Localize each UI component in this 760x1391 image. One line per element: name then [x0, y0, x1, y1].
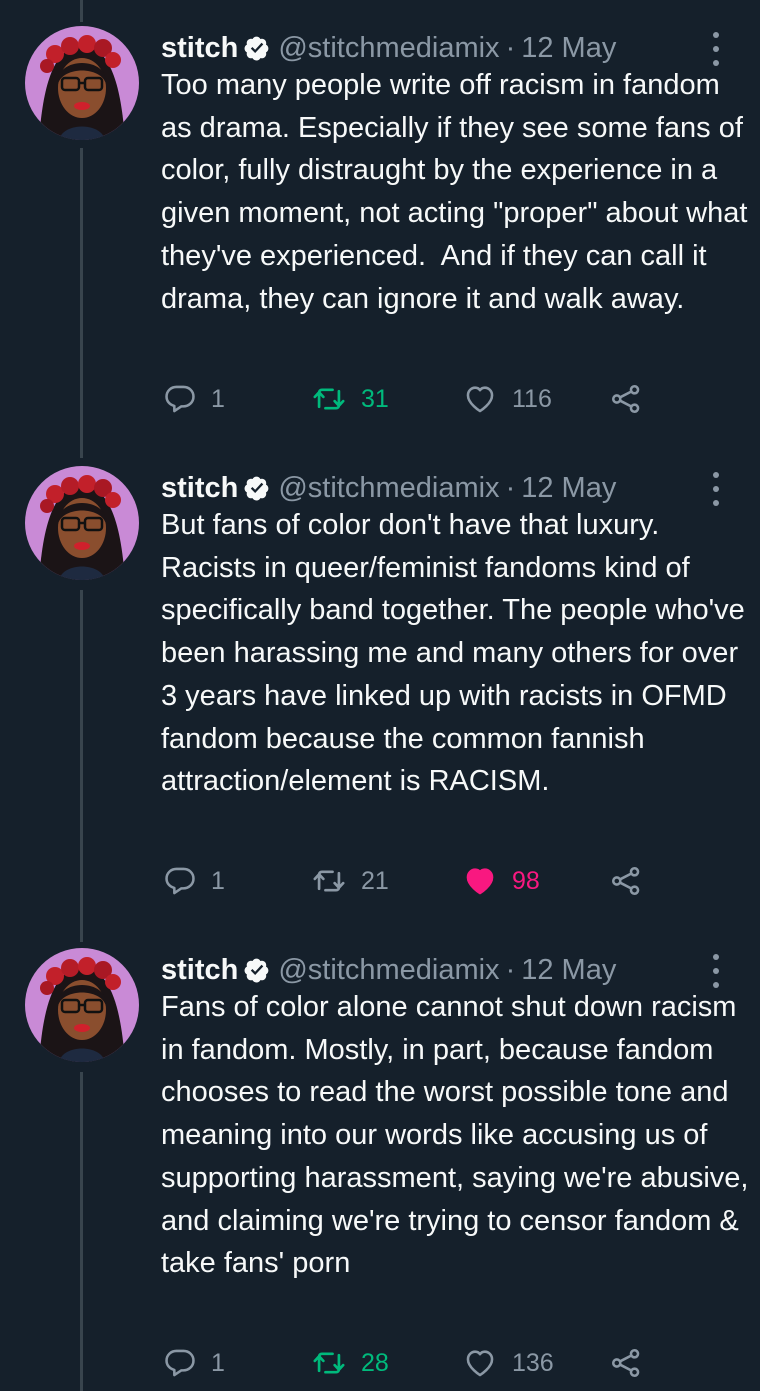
separator: · — [505, 471, 516, 504]
tweet-actions: 1 31 116 — [0, 379, 760, 419]
display-name[interactable]: stitch — [161, 954, 238, 987]
like-count: 98 — [512, 866, 540, 895]
verified-badge-icon — [244, 957, 270, 983]
user-handle[interactable]: @stitchmediamix — [278, 32, 499, 65]
verified-badge-icon — [244, 35, 270, 61]
like-count: 136 — [512, 1348, 554, 1377]
share-button[interactable] — [609, 1343, 643, 1383]
user-handle[interactable]: @stitchmediamix — [278, 954, 499, 987]
avatar[interactable] — [25, 26, 139, 140]
retweet-button[interactable]: 28 — [311, 1343, 389, 1383]
like-count: 116 — [512, 384, 552, 413]
thread-line-top — [80, 0, 83, 22]
share-button[interactable] — [609, 379, 643, 419]
retweet-icon — [311, 864, 347, 898]
share-button[interactable] — [609, 861, 643, 901]
user-handle[interactable]: @stitchmediamix — [278, 472, 499, 505]
tweet-text: But fans of color don't have that luxury… — [161, 509, 753, 798]
reply-icon — [163, 864, 197, 898]
share-icon — [609, 1346, 643, 1380]
more-options-icon[interactable] — [704, 32, 728, 66]
avatar[interactable] — [25, 948, 139, 1062]
reply-button[interactable]: 1 — [163, 861, 225, 901]
retweet-button[interactable]: 21 — [311, 861, 389, 901]
like-icon — [462, 864, 498, 898]
display-name[interactable]: stitch — [161, 32, 238, 65]
tweet-actions: 1 21 98 — [0, 861, 760, 901]
share-icon — [609, 864, 643, 898]
tweet-header: stitch @stitchmediamix · 12 May — [161, 470, 730, 506]
like-button[interactable]: 136 — [462, 1343, 554, 1383]
tweet-header: stitch @stitchmediamix · 12 May — [161, 30, 730, 66]
like-button[interactable]: 116 — [462, 379, 552, 419]
reply-count: 1 — [211, 866, 225, 895]
more-options-icon[interactable] — [704, 954, 728, 988]
reply-count: 1 — [211, 1348, 225, 1377]
avatar[interactable] — [25, 466, 139, 580]
tweet[interactable]: stitch @stitchmediamix · 12 May But fans… — [0, 466, 760, 906]
tweet[interactable]: stitch @stitchmediamix · 12 May Too many… — [0, 26, 760, 426]
separator: · — [505, 31, 516, 64]
tweet[interactable]: stitch @stitchmediamix · 12 May Fans of … — [0, 948, 760, 1388]
tweet-date[interactable]: 12 May — [521, 472, 616, 505]
like-icon — [462, 1346, 498, 1380]
retweet-icon — [311, 1346, 347, 1380]
retweet-count: 31 — [361, 384, 389, 413]
tweet-text: Fans of color alone cannot shut down rac… — [161, 991, 757, 1280]
share-icon — [609, 382, 643, 416]
reply-button[interactable]: 1 — [163, 1343, 225, 1383]
tweet-text: Too many people write off racism in fand… — [161, 69, 756, 315]
tweet-date[interactable]: 12 May — [521, 32, 616, 65]
reply-count: 1 — [211, 384, 225, 413]
verified-badge-icon — [244, 475, 270, 501]
tweet-header: stitch @stitchmediamix · 12 May — [161, 952, 730, 988]
tweet-date[interactable]: 12 May — [521, 954, 616, 987]
retweet-count: 28 — [361, 1348, 389, 1377]
reply-icon — [163, 1346, 197, 1380]
reply-icon — [163, 382, 197, 416]
tweet-actions: 1 28 136 — [0, 1343, 760, 1383]
like-icon — [462, 382, 498, 416]
retweet-count: 21 — [361, 866, 389, 895]
separator: · — [505, 953, 516, 986]
display-name[interactable]: stitch — [161, 472, 238, 505]
reply-button[interactable]: 1 — [163, 379, 225, 419]
retweet-button[interactable]: 31 — [311, 379, 389, 419]
more-options-icon[interactable] — [704, 472, 728, 506]
like-button[interactable]: 98 — [462, 861, 540, 901]
retweet-icon — [311, 382, 347, 416]
